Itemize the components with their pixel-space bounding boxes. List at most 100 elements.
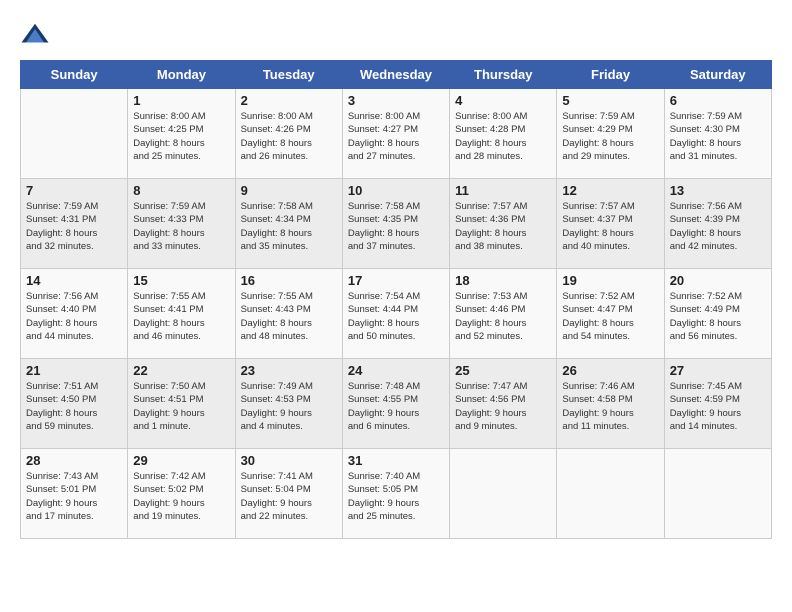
- cell-info: Sunrise: 7:43 AM Sunset: 5:01 PM Dayligh…: [26, 470, 122, 523]
- cell-info: Sunrise: 7:54 AM Sunset: 4:44 PM Dayligh…: [348, 290, 444, 343]
- calendar-cell: 6 Sunrise: 7:59 AM Sunset: 4:30 PM Daylig…: [664, 89, 771, 179]
- day-number: 29: [133, 453, 229, 468]
- calendar-cell: 31 Sunrise: 7:40 AM Sunset: 5:05 PM Dayli…: [342, 449, 449, 539]
- cell-info: Sunrise: 7:56 AM Sunset: 4:39 PM Dayligh…: [670, 200, 766, 253]
- day-number: 26: [562, 363, 658, 378]
- cell-info: Sunrise: 7:56 AM Sunset: 4:40 PM Dayligh…: [26, 290, 122, 343]
- calendar-week-5: 28 Sunrise: 7:43 AM Sunset: 5:01 PM Dayli…: [21, 449, 772, 539]
- calendar-table: SundayMondayTuesdayWednesdayThursdayFrid…: [20, 60, 772, 539]
- calendar-cell: 27 Sunrise: 7:45 AM Sunset: 4:59 PM Dayli…: [664, 359, 771, 449]
- day-number: 23: [241, 363, 337, 378]
- page-header: [20, 20, 772, 50]
- day-header-thursday: Thursday: [450, 61, 557, 89]
- day-number: 25: [455, 363, 551, 378]
- day-number: 22: [133, 363, 229, 378]
- day-number: 14: [26, 273, 122, 288]
- cell-info: Sunrise: 7:59 AM Sunset: 4:30 PM Dayligh…: [670, 110, 766, 163]
- day-number: 27: [670, 363, 766, 378]
- calendar-cell: 16 Sunrise: 7:55 AM Sunset: 4:43 PM Dayli…: [235, 269, 342, 359]
- logo-icon: [20, 20, 50, 50]
- calendar-cell: 8Sunrise: 7:59 AM Sunset: 4:33 PM Daylig…: [128, 179, 235, 269]
- day-header-wednesday: Wednesday: [342, 61, 449, 89]
- cell-info: Sunrise: 7:49 AM Sunset: 4:53 PM Dayligh…: [241, 380, 337, 433]
- day-number: 1: [133, 93, 229, 108]
- cell-info: Sunrise: 7:46 AM Sunset: 4:58 PM Dayligh…: [562, 380, 658, 433]
- calendar-cell: 1 Sunrise: 8:00 AM Sunset: 4:25 PM Daylig…: [128, 89, 235, 179]
- logo: [20, 20, 54, 50]
- calendar-week-1: 1 Sunrise: 8:00 AM Sunset: 4:25 PM Daylig…: [21, 89, 772, 179]
- day-header-monday: Monday: [128, 61, 235, 89]
- day-number: 21: [26, 363, 122, 378]
- cell-info: Sunrise: 8:00 AM Sunset: 4:28 PM Dayligh…: [455, 110, 551, 163]
- cell-info: Sunrise: 7:50 AM Sunset: 4:51 PM Dayligh…: [133, 380, 229, 433]
- cell-info: Sunrise: 8:00 AM Sunset: 4:25 PM Dayligh…: [133, 110, 229, 163]
- cell-info: Sunrise: 7:58 AM Sunset: 4:35 PM Dayligh…: [348, 200, 444, 253]
- calendar-cell: 28 Sunrise: 7:43 AM Sunset: 5:01 PM Dayli…: [21, 449, 128, 539]
- calendar-cell: 17 Sunrise: 7:54 AM Sunset: 4:44 PM Dayli…: [342, 269, 449, 359]
- calendar-cell: 4 Sunrise: 8:00 AM Sunset: 4:28 PM Daylig…: [450, 89, 557, 179]
- cell-info: Sunrise: 7:57 AM Sunset: 4:37 PM Dayligh…: [562, 200, 658, 253]
- cell-info: Sunrise: 7:41 AM Sunset: 5:04 PM Dayligh…: [241, 470, 337, 523]
- cell-info: Sunrise: 7:57 AM Sunset: 4:36 PM Dayligh…: [455, 200, 551, 253]
- cell-info: Sunrise: 7:55 AM Sunset: 4:43 PM Dayligh…: [241, 290, 337, 343]
- calendar-header: SundayMondayTuesdayWednesdayThursdayFrid…: [21, 61, 772, 89]
- calendar-cell: 7 Sunrise: 7:59 AM Sunset: 4:31 PM Daylig…: [21, 179, 128, 269]
- day-number: 20: [670, 273, 766, 288]
- calendar-cell: 3 Sunrise: 8:00 AM Sunset: 4:27 PM Daylig…: [342, 89, 449, 179]
- cell-info: Sunrise: 7:47 AM Sunset: 4:56 PM Dayligh…: [455, 380, 551, 433]
- day-header-sunday: Sunday: [21, 61, 128, 89]
- cell-info: Sunrise: 7:59 AM Sunset: 4:33 PM Dayligh…: [133, 200, 229, 253]
- day-number: 2: [241, 93, 337, 108]
- cell-info: Sunrise: 7:42 AM Sunset: 5:02 PM Dayligh…: [133, 470, 229, 523]
- day-header-friday: Friday: [557, 61, 664, 89]
- day-number: 4: [455, 93, 551, 108]
- calendar-cell: 2 Sunrise: 8:00 AM Sunset: 4:26 PM Daylig…: [235, 89, 342, 179]
- day-number: 5: [562, 93, 658, 108]
- calendar-cell: 12Sunrise: 7:57 AM Sunset: 4:37 PM Dayli…: [557, 179, 664, 269]
- calendar-cell: 18Sunrise: 7:53 AM Sunset: 4:46 PM Dayli…: [450, 269, 557, 359]
- calendar-week-3: 14 Sunrise: 7:56 AM Sunset: 4:40 PM Dayli…: [21, 269, 772, 359]
- day-number: 31: [348, 453, 444, 468]
- day-number: 9: [241, 183, 337, 198]
- day-number: 24: [348, 363, 444, 378]
- day-number: 30: [241, 453, 337, 468]
- day-number: 16: [241, 273, 337, 288]
- day-number: 7: [26, 183, 122, 198]
- cell-info: Sunrise: 7:45 AM Sunset: 4:59 PM Dayligh…: [670, 380, 766, 433]
- cell-info: Sunrise: 7:52 AM Sunset: 4:47 PM Dayligh…: [562, 290, 658, 343]
- cell-info: Sunrise: 7:48 AM Sunset: 4:55 PM Dayligh…: [348, 380, 444, 433]
- day-number: 19: [562, 273, 658, 288]
- cell-info: Sunrise: 7:51 AM Sunset: 4:50 PM Dayligh…: [26, 380, 122, 433]
- day-number: 3: [348, 93, 444, 108]
- cell-info: Sunrise: 7:52 AM Sunset: 4:49 PM Dayligh…: [670, 290, 766, 343]
- cell-info: Sunrise: 8:00 AM Sunset: 4:26 PM Dayligh…: [241, 110, 337, 163]
- calendar-cell: [557, 449, 664, 539]
- cell-info: Sunrise: 7:59 AM Sunset: 4:29 PM Dayligh…: [562, 110, 658, 163]
- day-number: 6: [670, 93, 766, 108]
- cell-info: Sunrise: 7:40 AM Sunset: 5:05 PM Dayligh…: [348, 470, 444, 523]
- day-number: 11: [455, 183, 551, 198]
- calendar-cell: [21, 89, 128, 179]
- calendar-cell: 11 Sunrise: 7:57 AM Sunset: 4:36 PM Dayli…: [450, 179, 557, 269]
- calendar-cell: 13 Sunrise: 7:56 AM Sunset: 4:39 PM Dayli…: [664, 179, 771, 269]
- calendar-cell: 20 Sunrise: 7:52 AM Sunset: 4:49 PM Dayli…: [664, 269, 771, 359]
- day-number: 15: [133, 273, 229, 288]
- day-header-tuesday: Tuesday: [235, 61, 342, 89]
- calendar-cell: 23 Sunrise: 7:49 AM Sunset: 4:53 PM Dayli…: [235, 359, 342, 449]
- calendar-cell: 29 Sunrise: 7:42 AM Sunset: 5:02 PM Dayli…: [128, 449, 235, 539]
- calendar-cell: 21 Sunrise: 7:51 AM Sunset: 4:50 PM Dayli…: [21, 359, 128, 449]
- calendar-week-4: 21 Sunrise: 7:51 AM Sunset: 4:50 PM Dayli…: [21, 359, 772, 449]
- calendar-cell: 19 Sunrise: 7:52 AM Sunset: 4:47 PM Dayli…: [557, 269, 664, 359]
- day-number: 28: [26, 453, 122, 468]
- day-number: 13: [670, 183, 766, 198]
- calendar-cell: 15Sunrise: 7:55 AM Sunset: 4:41 PM Dayli…: [128, 269, 235, 359]
- calendar-cell: 30 Sunrise: 7:41 AM Sunset: 5:04 PM Dayli…: [235, 449, 342, 539]
- cell-info: Sunrise: 8:00 AM Sunset: 4:27 PM Dayligh…: [348, 110, 444, 163]
- calendar-cell: 22 Sunrise: 7:50 AM Sunset: 4:51 PM Dayli…: [128, 359, 235, 449]
- day-number: 17: [348, 273, 444, 288]
- calendar-cell: [664, 449, 771, 539]
- cell-info: Sunrise: 7:59 AM Sunset: 4:31 PM Dayligh…: [26, 200, 122, 253]
- calendar-cell: 10Sunrise: 7:58 AM Sunset: 4:35 PM Dayli…: [342, 179, 449, 269]
- calendar-cell: 26 Sunrise: 7:46 AM Sunset: 4:58 PM Dayli…: [557, 359, 664, 449]
- calendar-cell: 24 Sunrise: 7:48 AM Sunset: 4:55 PM Dayli…: [342, 359, 449, 449]
